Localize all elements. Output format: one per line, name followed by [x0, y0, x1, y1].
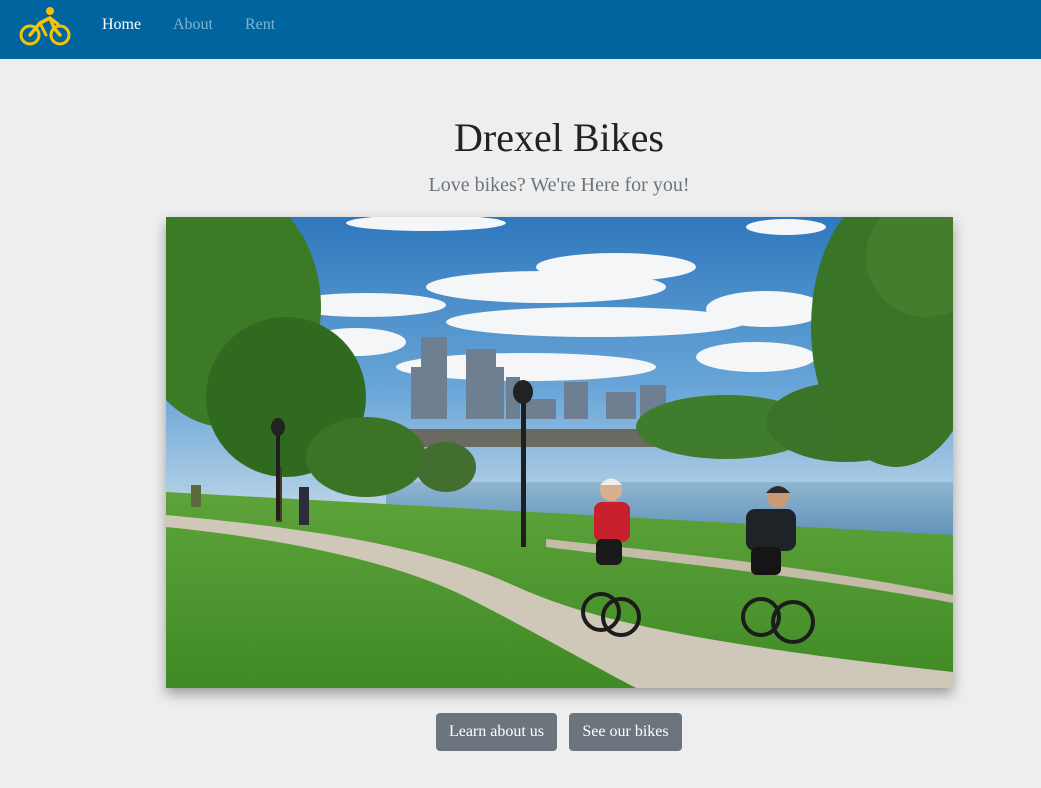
nav-home-link[interactable]: Home [102, 16, 141, 34]
bicycle-logo-icon[interactable] [18, 4, 72, 48]
learn-about-us-button[interactable]: Learn about us [436, 713, 557, 751]
hero-image [166, 217, 953, 688]
nav-rent-link[interactable]: Rent [245, 16, 275, 34]
page-title: Drexel Bikes [454, 115, 664, 160]
top-navbar: Home About Rent [0, 0, 1041, 59]
nav-about-link[interactable]: About [173, 16, 213, 34]
hero-scene [166, 217, 953, 688]
page-subtitle: Love bikes? We're Here for you! [428, 174, 690, 196]
see-our-bikes-button[interactable]: See our bikes [569, 713, 682, 751]
